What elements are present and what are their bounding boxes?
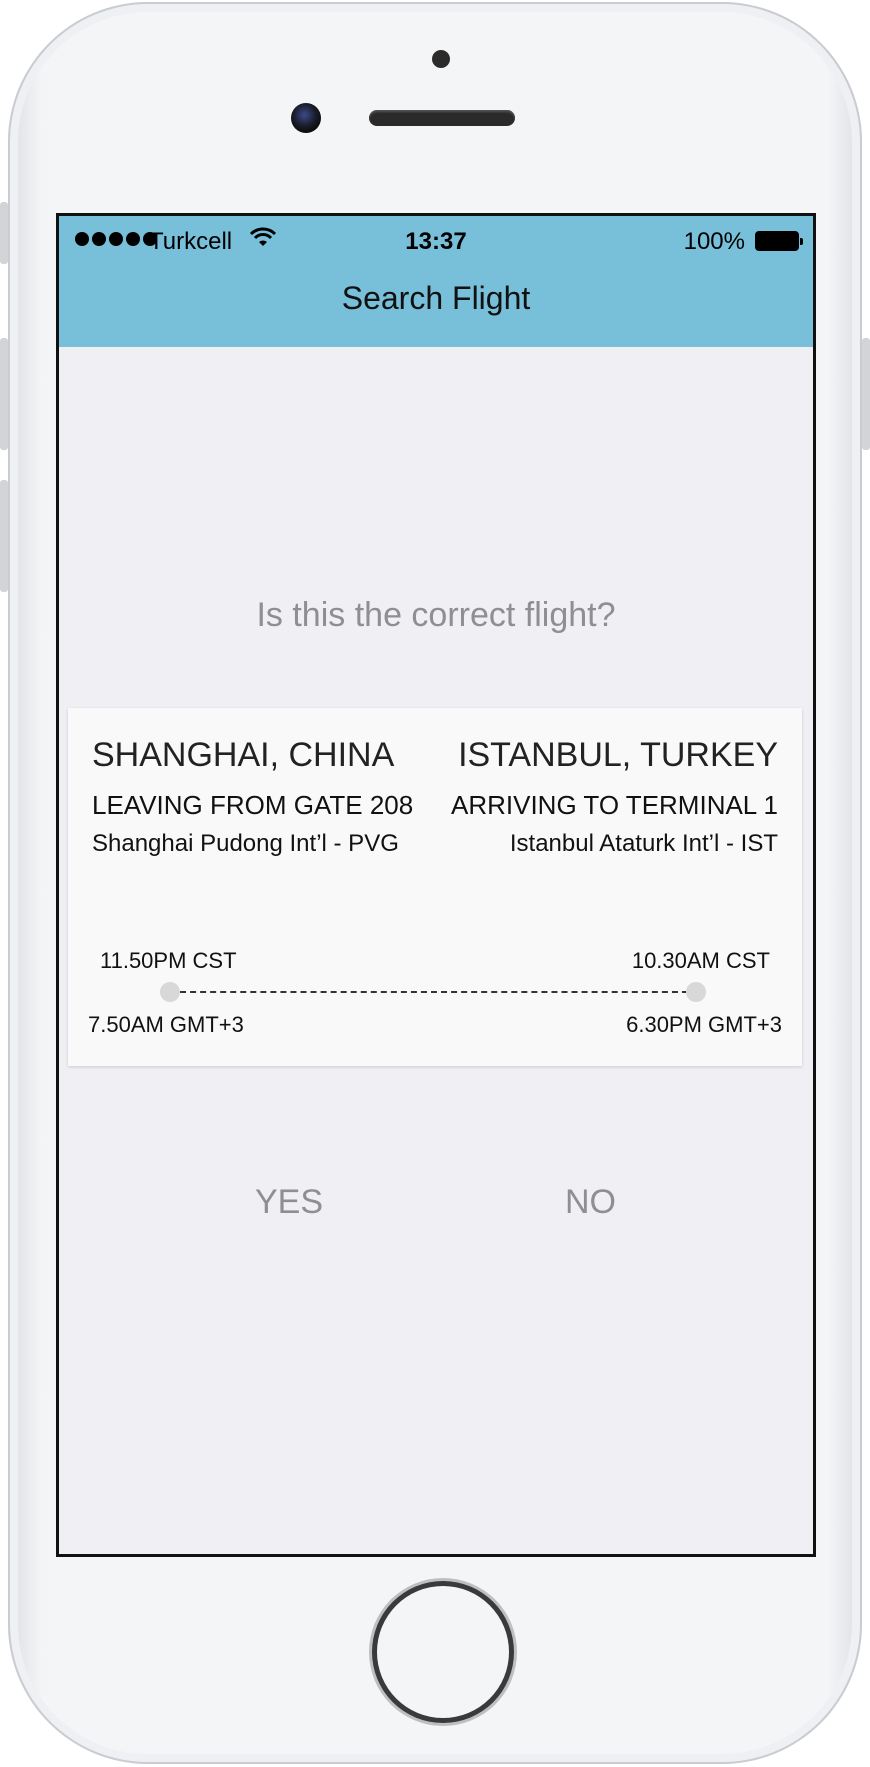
destination-terminal: ARRIVING TO TERMINAL 1 — [450, 790, 778, 820]
proximity-sensor — [432, 50, 450, 68]
page-title: Search Flight — [341, 280, 531, 316]
earpiece-speaker — [369, 110, 515, 126]
status-bar: Turkcell 13:37 100% — [59, 227, 813, 256]
confirmation-question: Is this the correct flight? — [256, 596, 616, 634]
mute-switch — [0, 202, 8, 264]
arrival-node-icon — [686, 982, 706, 1002]
departure-node-icon — [160, 982, 180, 1002]
battery-percentage: 100% — [683, 228, 745, 255]
departure-gmt-time: 7.50AM GMT+3 — [88, 1012, 244, 1037]
flight-card: SHANGHAI, CHINA ISTANBUL, TURKEY LEAVING… — [68, 708, 802, 1066]
origin-city: SHANGHAI, CHINA — [92, 736, 395, 774]
destination-city: ISTANBUL, TURKEY — [458, 736, 778, 774]
arrival-local-time: 10.30AM CST — [631, 948, 770, 973]
home-button[interactable] — [377, 1586, 509, 1718]
no-button[interactable]: NO — [559, 1182, 622, 1223]
front-camera — [291, 103, 321, 133]
origin-gate: LEAVING FROM GATE 208 — [92, 790, 414, 820]
flight-route-line — [170, 991, 698, 993]
arrival-gmt-time: 6.30PM GMT+3 — [626, 1012, 782, 1037]
yes-button[interactable]: YES — [249, 1182, 329, 1223]
departure-local-time: 11.50PM CST — [100, 948, 237, 973]
destination-airport: Istanbul Ataturk Int’l - IST — [509, 830, 778, 857]
volume-down-button — [0, 480, 8, 592]
origin-airport: Shanghai Pudong Int’l - PVG — [92, 830, 399, 857]
navigation-bar: Turkcell 13:37 100% Search Flight — [59, 216, 813, 347]
battery-icon — [755, 231, 803, 251]
screen: Turkcell 13:37 100% Search Flight Is thi… — [56, 213, 816, 1557]
volume-up-button — [0, 338, 8, 450]
power-button — [862, 338, 870, 450]
